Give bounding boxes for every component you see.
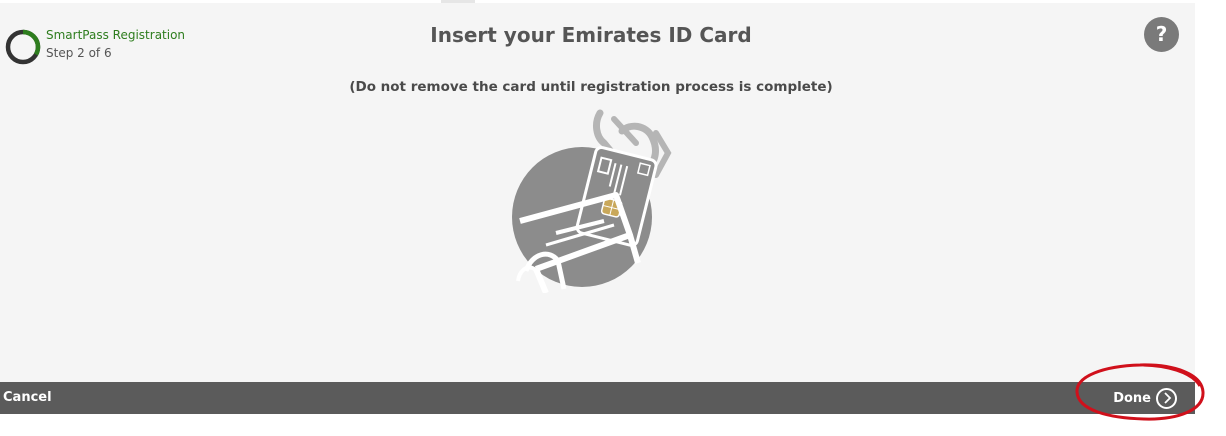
chevron-right-circle-icon — [1156, 387, 1177, 409]
instruction-subtitle: (Do not remove the card until registrati… — [349, 79, 833, 95]
cancel-button[interactable]: Cancel — [3, 382, 52, 414]
card-insert-reader-icon — [512, 109, 672, 293]
screen: SmartPass Registration Step 2 of 6 Inser… — [0, 0, 1226, 436]
footer-bar: Cancel Done — [0, 382, 1195, 414]
done-button[interactable]: Done — [1113, 386, 1177, 410]
help-button[interactable]: ? — [1144, 17, 1179, 52]
done-label: Done — [1113, 390, 1151, 406]
step-indicator: Step 2 of 6 — [46, 46, 112, 60]
question-mark-icon: ? — [1155, 22, 1168, 46]
registration-panel: SmartPass Registration Step 2 of 6 Inser… — [0, 3, 1195, 382]
page-title: Insert your Emirates ID Card — [430, 23, 752, 47]
